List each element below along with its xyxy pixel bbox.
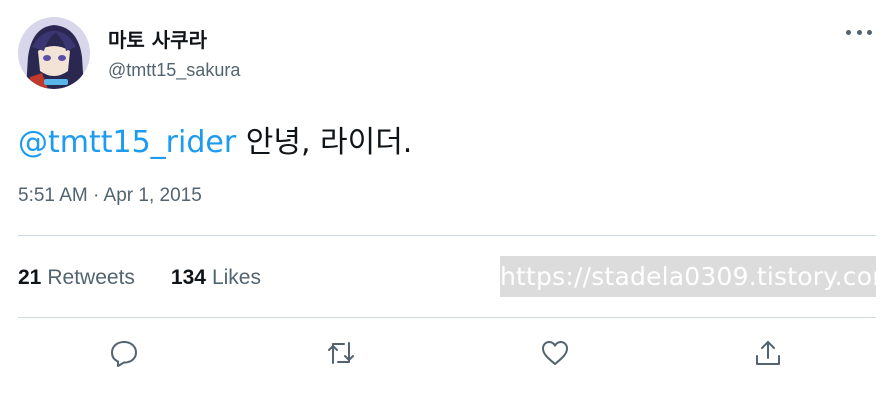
watermark-text: https://stadela0309.tistory.com: [500, 256, 876, 297]
divider-top: [18, 235, 876, 236]
likes-count: 134: [170, 266, 206, 289]
action-bar: [0, 333, 894, 375]
heart-icon[interactable]: [535, 333, 575, 373]
likes-label: Likes: [211, 266, 261, 289]
retweets-stat[interactable]: 21 Retweets: [18, 266, 135, 290]
author-handle[interactable]: @tmtt15_sakura: [108, 60, 240, 81]
share-icon[interactable]: [748, 333, 788, 373]
mention-link[interactable]: @tmtt15_rider: [18, 125, 236, 160]
reply-icon[interactable]: [104, 333, 144, 373]
tweet-text: @tmtt15_rider 안녕, 라이더.: [18, 117, 412, 161]
tweet-timestamp[interactable]: 5:51 AM · Apr 1, 2015: [18, 185, 202, 207]
tweet-stats: 21 Retweets 134 Likes: [18, 266, 261, 290]
author-name[interactable]: 마토 사쿠라: [108, 24, 207, 53]
divider-bottom: [18, 317, 876, 318]
retweets-label: Retweets: [47, 266, 135, 289]
more-dots-icon[interactable]: [846, 27, 872, 37]
tweet-body: 안녕, 라이더.: [236, 125, 413, 160]
retweet-icon[interactable]: [321, 333, 361, 373]
likes-stat[interactable]: 134 Likes: [171, 266, 261, 290]
retweets-count: 21: [18, 266, 42, 289]
avatar[interactable]: [18, 17, 90, 89]
